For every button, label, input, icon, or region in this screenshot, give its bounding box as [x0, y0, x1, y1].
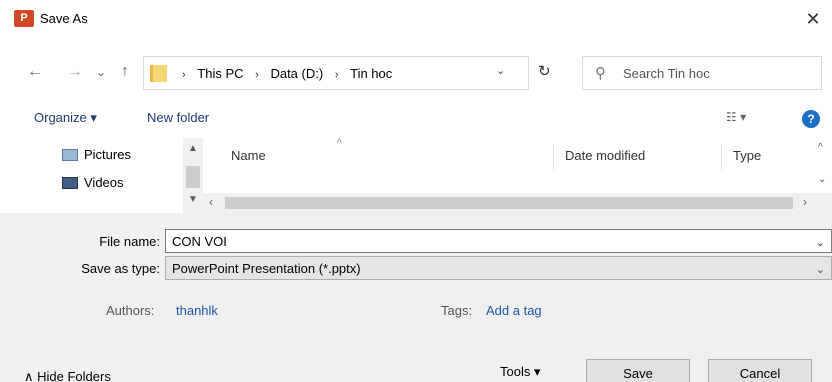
recent-locations-chevron-icon[interactable]: ⌄: [90, 60, 112, 84]
breadcrumb-this-pc[interactable]: This PC: [197, 66, 243, 81]
file-name-label: File name:: [99, 234, 160, 249]
file-name-field[interactable]: CON VOI ⌄: [165, 229, 832, 253]
navigation-pane-scrollbar[interactable]: ▲ ▼: [183, 138, 203, 213]
chevron-down-icon[interactable]: ⌄: [816, 236, 825, 249]
save-button[interactable]: Save: [586, 359, 690, 382]
scroll-up-icon[interactable]: ▲: [188, 143, 198, 154]
scroll-right-icon[interactable]: ›: [803, 195, 807, 209]
scrollbar-thumb[interactable]: [225, 197, 793, 209]
organize-button[interactable]: Organize ▾: [34, 110, 97, 126]
breadcrumb-separator-icon: ›: [334, 69, 339, 81]
tools-button[interactable]: Tools ▾: [500, 364, 541, 380]
breadcrumb-separator-icon: ›: [255, 69, 259, 81]
back-arrow-icon[interactable]: ←: [24, 60, 46, 84]
address-bar[interactable]: › This PC › Data (D:) › Tin hoc ⌄: [143, 56, 529, 90]
breadcrumb-data-drive[interactable]: Data (D:): [270, 66, 323, 81]
new-folder-button[interactable]: New folder: [147, 110, 209, 125]
videos-icon: [62, 177, 78, 189]
up-arrow-icon[interactable]: ↑: [114, 60, 136, 84]
file-list-horizontal-scrollbar[interactable]: ‹ ›: [203, 193, 832, 213]
search-icon: ⚲: [595, 65, 606, 82]
save-as-type-value: PowerPoint Presentation (*.pptx): [172, 261, 361, 276]
navigation-bar: ← → ⌄ ↑ › This PC › Data (D:) › Tin hoc …: [0, 52, 832, 92]
view-options-icon[interactable]: ☷ ▾: [726, 110, 746, 124]
save-as-type-select[interactable]: PowerPoint Presentation (*.pptx) ⌄: [165, 256, 832, 280]
folder-icon: [150, 65, 167, 82]
scrollbar-thumb[interactable]: [186, 166, 200, 188]
add-tag-link[interactable]: Add a tag: [486, 303, 542, 318]
save-as-type-label: Save as type:: [81, 261, 160, 276]
pictures-icon: [62, 149, 78, 161]
authors-value[interactable]: thanhlk: [176, 303, 218, 318]
column-header-name[interactable]: Name: [231, 148, 266, 163]
powerpoint-app-icon: P: [14, 10, 34, 27]
scroll-left-icon[interactable]: ‹: [209, 195, 213, 209]
breadcrumb-tin-hoc[interactable]: Tin hoc: [350, 66, 392, 81]
chevron-down-icon[interactable]: ⌄: [816, 263, 825, 276]
breadcrumb: › This PC › Data (D:) › Tin hoc: [174, 66, 392, 81]
command-bar: Organize ▾ New folder ☷ ▾ ?: [0, 104, 832, 132]
sidebar-item-label: Pictures: [84, 147, 131, 162]
help-icon[interactable]: ?: [802, 110, 820, 128]
scroll-down-icon[interactable]: ▼: [188, 194, 198, 205]
authors-label: Authors:: [106, 303, 155, 318]
cancel-button[interactable]: Cancel: [708, 359, 812, 382]
title-bar: P Save As ✕: [0, 0, 832, 38]
refresh-icon[interactable]: ↻: [538, 62, 551, 80]
column-header-type[interactable]: Type: [733, 148, 761, 163]
close-button[interactable]: ✕: [800, 6, 826, 32]
search-box[interactable]: ⚲ Search Tin hoc: [582, 56, 822, 90]
search-input[interactable]: Search Tin hoc: [623, 66, 710, 81]
column-header-date-modified[interactable]: Date modified: [565, 148, 645, 163]
sort-ascending-icon: ^: [337, 138, 342, 149]
breadcrumb-separator-icon: ›: [182, 69, 186, 81]
hide-folders-button[interactable]: ∧ Hide Folders: [24, 369, 111, 382]
scroll-down-icon[interactable]: ⌄: [818, 174, 826, 185]
file-list-vertical-scrollbar[interactable]: ^ ⌄: [815, 138, 832, 196]
tags-label: Tags:: [441, 303, 473, 318]
scroll-up-icon[interactable]: ^: [818, 142, 823, 153]
forward-arrow-icon[interactable]: →: [64, 60, 86, 84]
file-list: ^ Name Date modified Type ^ ⌄ ‹ ›: [203, 138, 832, 213]
save-options-panel: File name: CON VOI ⌄ Save as type: Power…: [0, 213, 832, 382]
column-divider[interactable]: [553, 144, 554, 170]
column-divider[interactable]: [721, 144, 722, 170]
sidebar-item-label: Videos: [84, 175, 124, 190]
navigation-pane: Pictures Videos ▲ ▼: [0, 138, 203, 213]
address-dropdown-icon[interactable]: ⌄: [496, 64, 505, 77]
window-title: Save As: [40, 11, 88, 26]
file-name-value[interactable]: CON VOI: [172, 234, 227, 249]
